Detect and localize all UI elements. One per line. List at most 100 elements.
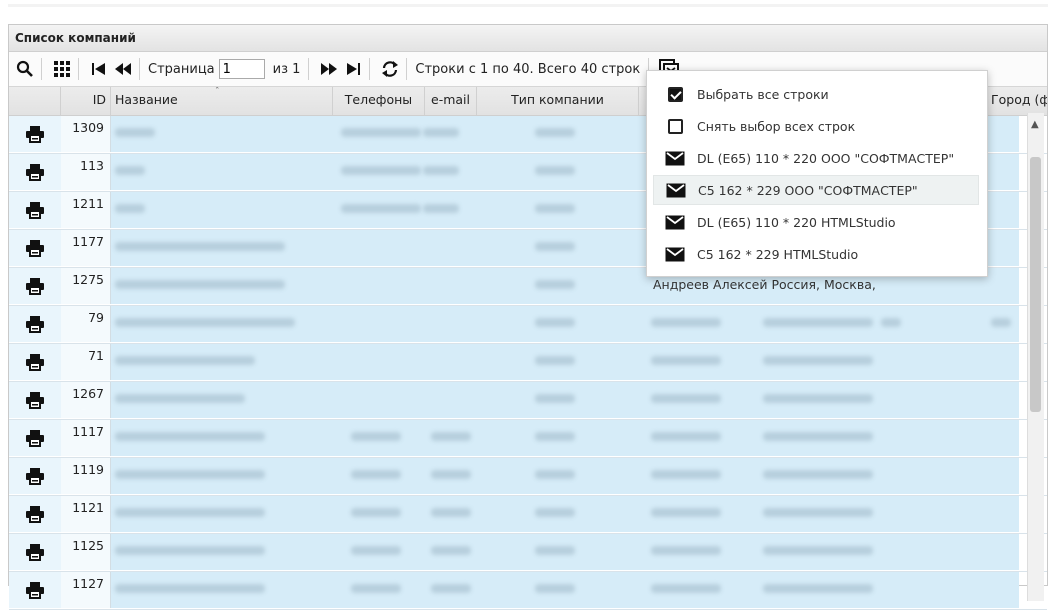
column-header-name[interactable]: Название ˆ <box>111 87 333 115</box>
toolbar-divider <box>139 58 140 80</box>
printer-icon <box>26 316 44 333</box>
table-row[interactable]: 1267 <box>9 382 1047 420</box>
menu-item-icon <box>665 149 685 167</box>
print-row-button[interactable] <box>9 116 62 152</box>
print-row-button[interactable] <box>9 496 62 532</box>
printer-icon <box>26 506 44 523</box>
print-row-button[interactable] <box>9 192 62 228</box>
redacted-text <box>351 432 401 441</box>
print-row-button[interactable] <box>9 458 62 494</box>
print-row-button[interactable] <box>9 268 62 304</box>
menu-item[interactable]: DL (E65) 110 * 220 HTMLStudio <box>653 207 979 237</box>
print-row-button[interactable] <box>9 382 62 418</box>
redacted-text <box>535 204 575 213</box>
print-row-button[interactable] <box>9 154 62 190</box>
toolbar-divider <box>369 58 371 80</box>
printer-icon <box>26 278 44 295</box>
redacted-text <box>535 242 575 251</box>
table-row[interactable]: 1125 <box>9 534 1047 572</box>
printer-icon <box>26 582 44 599</box>
column-header-city[interactable]: Город (ф <box>987 87 1047 115</box>
redacted-text <box>115 356 255 365</box>
row-id: 1267 <box>61 382 111 418</box>
printer-icon <box>26 468 44 485</box>
redacted-text <box>763 394 873 403</box>
print-row-button[interactable] <box>9 344 62 380</box>
redacted-text <box>651 318 721 327</box>
printer-icon <box>26 430 44 447</box>
last-page-button[interactable] <box>341 57 365 81</box>
redacted-text <box>115 242 285 251</box>
menu-item-label: Снять выбор всех строк <box>697 118 856 134</box>
redacted-text <box>351 470 401 479</box>
redacted-text <box>991 318 1011 327</box>
menu-item[interactable]: Снять выбор всех строк <box>653 111 979 141</box>
next-page-button[interactable] <box>317 57 341 81</box>
columns-button[interactable] <box>50 57 74 81</box>
redacted-text <box>115 508 265 517</box>
redacted-text <box>651 546 721 555</box>
refresh-button[interactable] <box>378 57 402 81</box>
redacted-text <box>763 318 873 327</box>
table-row[interactable]: 1119 <box>9 458 1047 496</box>
column-header-email[interactable]: e-mail <box>425 87 477 115</box>
redacted-text <box>115 584 265 593</box>
column-header-company-type[interactable]: Тип компании <box>477 87 639 115</box>
redacted-text <box>535 470 575 479</box>
redacted-text <box>423 166 459 175</box>
prev-page-button[interactable] <box>111 57 135 81</box>
table-row[interactable]: 79 <box>9 306 1047 344</box>
redacted-text <box>115 432 265 441</box>
table-row[interactable]: 1117 <box>9 420 1047 458</box>
redacted-text <box>431 470 471 479</box>
menu-item-icon <box>665 117 685 135</box>
menu-item-icon <box>666 181 686 199</box>
toolbar-divider <box>406 58 408 80</box>
print-envelope-menu: Выбрать все строки Снять выбор всех строк… <box>646 70 988 277</box>
next-page-icon <box>321 63 338 75</box>
scrollbar-thumb[interactable] <box>1030 157 1041 412</box>
sort-caret-icon: ˆ <box>215 87 220 97</box>
table-row[interactable]: 1127 <box>9 572 1047 610</box>
print-row-button[interactable] <box>9 420 62 456</box>
redacted-text <box>431 432 471 441</box>
checkbox-checked-icon <box>667 86 683 102</box>
table-row[interactable]: 71 <box>9 344 1047 382</box>
printer-icon <box>26 392 44 409</box>
row-id: 1119 <box>61 458 111 494</box>
first-page-button[interactable] <box>87 57 111 81</box>
row-id: 1125 <box>61 534 111 570</box>
printer-icon <box>26 126 44 143</box>
redacted-text <box>115 166 145 175</box>
envelope-icon <box>666 183 686 197</box>
column-header-id[interactable]: ID <box>61 87 111 115</box>
redacted-text <box>341 128 421 137</box>
redacted-text <box>535 508 575 517</box>
menu-item[interactable]: C5 162 * 229 HTMLStudio <box>653 239 979 269</box>
row-id: 79 <box>61 306 111 342</box>
vertical-scrollbar[interactable]: ▲ <box>1027 113 1044 601</box>
toolbar-divider <box>308 58 310 80</box>
menu-item[interactable]: Выбрать все строки <box>653 79 979 109</box>
row-id: 1177 <box>61 230 111 266</box>
print-row-button[interactable] <box>9 230 62 266</box>
printer-icon <box>26 240 44 257</box>
menu-item[interactable]: C5 162 * 229 ООО "СОФТМАСТЕР" <box>653 175 979 205</box>
search-button[interactable] <box>13 57 37 81</box>
menu-item-label: DL (E65) 110 * 220 ООО "СОФТМАСТЕР" <box>697 150 955 166</box>
redacted-text <box>651 356 721 365</box>
table-row[interactable]: 1121 <box>9 496 1047 534</box>
page-number-input[interactable] <box>218 59 265 79</box>
row-id: 71 <box>61 344 111 380</box>
row-id: 1275 <box>61 268 111 304</box>
redacted-text <box>763 584 873 593</box>
menu-item-icon <box>665 245 685 263</box>
print-row-button[interactable] <box>9 306 62 342</box>
scroll-up-icon[interactable]: ▲ <box>1031 119 1039 130</box>
print-row-button[interactable] <box>9 572 62 608</box>
menu-item[interactable]: DL (E65) 110 * 220 ООО "СОФТМАСТЕР" <box>653 143 979 173</box>
search-icon <box>16 60 33 77</box>
column-header-phones[interactable]: Телефоны <box>333 87 425 115</box>
print-row-button[interactable] <box>9 534 62 570</box>
redacted-text <box>115 128 155 137</box>
